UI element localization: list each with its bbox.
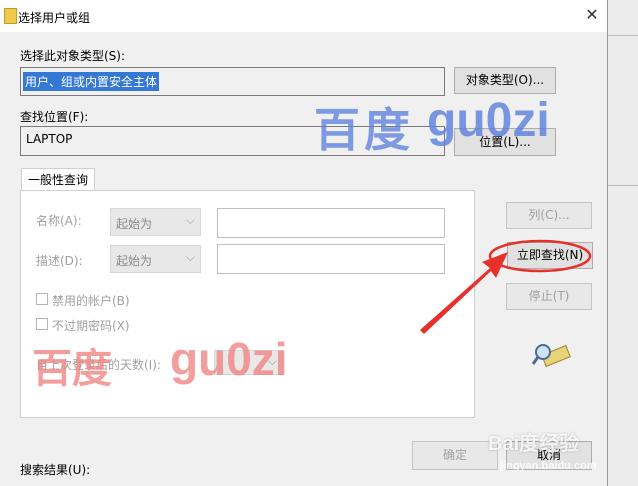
object-type-label: 选择此对象类型(S): xyxy=(20,49,126,63)
watermark-red-cn: 百度 xyxy=(32,347,112,391)
disabled-accounts-checkbox xyxy=(36,293,48,305)
object-types-button[interactable]: 对象类型(O)... xyxy=(454,67,556,94)
description-input[interactable] xyxy=(217,244,445,274)
watermark-blue-en: gu0zi xyxy=(427,94,550,147)
description-mode-select: 起始为 ⌵ xyxy=(110,245,201,273)
window-title: 选择用户或组 xyxy=(18,11,91,25)
app-icon xyxy=(4,8,17,24)
object-type-value: 用户、组或内置安全主体 xyxy=(23,72,160,91)
baidu-url-watermark: jingyan.baidu.com xyxy=(500,460,597,472)
find-now-button[interactable]: 立即查找(N) xyxy=(507,242,593,269)
nonexpiring-password-checkbox xyxy=(36,318,48,330)
select-users-dialog: 选择用户或组 ✕ 选择此对象类型(S): 用户、组或内置安全主体 对象类型(O)… xyxy=(0,0,608,486)
search-results-label: 搜索结果(U): xyxy=(20,463,91,477)
name-label: 名称(A): xyxy=(36,214,82,228)
object-type-field: 用户、组或内置安全主体 xyxy=(20,67,445,96)
search-icon xyxy=(531,344,571,368)
name-mode-select: 起始为 ⌵ xyxy=(110,208,201,236)
watermark-blue-cn: 百度 xyxy=(314,103,414,157)
tab-common-queries[interactable]: 一般性查询 xyxy=(21,168,95,191)
ok-button: 确定 xyxy=(412,441,498,470)
watermark-red-en: gu0zi xyxy=(170,333,288,385)
name-input[interactable] xyxy=(217,208,445,238)
title-bar: 选择用户或组 ✕ xyxy=(0,0,607,32)
description-mode-value: 起始为 xyxy=(116,254,153,268)
close-button[interactable]: ✕ xyxy=(578,2,606,28)
description-label: 描述(D): xyxy=(36,254,83,268)
stop-button: 停止(T) xyxy=(506,283,592,310)
name-mode-value: 起始为 xyxy=(116,217,153,231)
chevron-down-icon: ⌵ xyxy=(185,213,195,227)
columns-button: 列(C)... xyxy=(506,202,592,229)
nonexpiring-password-label: 不过期密码(X) xyxy=(52,319,130,333)
location-label: 查找位置(F): xyxy=(20,110,89,124)
location-value: LAPTOP xyxy=(26,132,73,146)
disabled-accounts-label: 禁用的帐户(B) xyxy=(52,294,130,308)
chevron-down-icon: ⌵ xyxy=(185,250,195,264)
background-window xyxy=(608,0,638,486)
baidu-watermark: Bai度经验 xyxy=(488,433,580,455)
